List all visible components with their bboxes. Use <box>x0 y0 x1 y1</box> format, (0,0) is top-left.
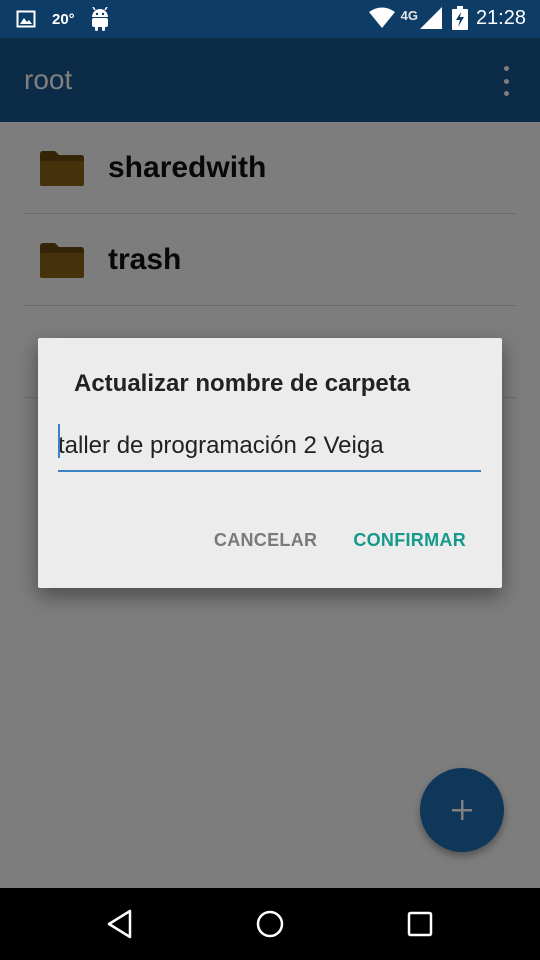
network-type-text: 4G <box>400 7 418 23</box>
dialog-title: Actualizar nombre de carpeta <box>74 370 411 397</box>
image-notification-icon <box>16 10 36 28</box>
status-bar: 20° 4G 21:28 <box>0 0 540 38</box>
clock-text: 21:28 <box>475 6 526 29</box>
confirm-button[interactable]: CONFIRMAR <box>353 530 466 551</box>
battery-charging-icon <box>451 6 468 30</box>
home-icon[interactable] <box>254 908 286 940</box>
text-cursor <box>58 424 60 458</box>
recents-icon[interactable] <box>404 908 436 940</box>
temperature-text: 20° <box>52 10 75 28</box>
rename-folder-dialog: Actualizar nombre de carpeta CANCELAR CO… <box>38 338 502 588</box>
cancel-button[interactable]: CANCELAR <box>214 530 317 551</box>
wifi-icon <box>368 7 395 28</box>
signal-icon <box>419 7 442 29</box>
folder-name-input[interactable] <box>58 422 481 472</box>
back-icon[interactable] <box>104 908 136 940</box>
android-icon <box>91 7 108 31</box>
navigation-bar <box>0 888 540 960</box>
